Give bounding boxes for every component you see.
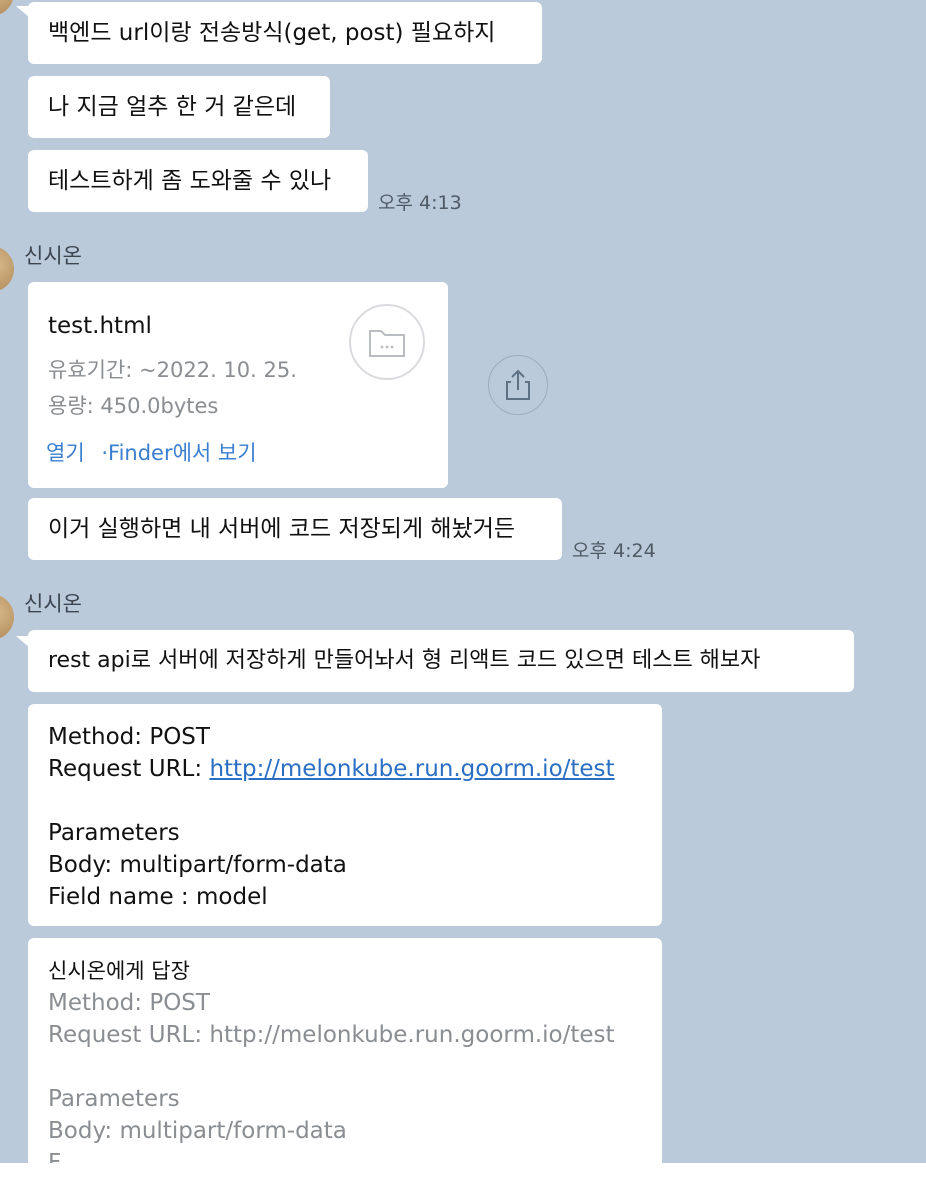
show-in-finder-link[interactable]: Finder에서 보기 — [108, 441, 257, 465]
sender-name: 신시온 — [24, 592, 82, 616]
message-time: 오후 4:24 — [572, 540, 656, 562]
message-text: rest api로 서버에 저장하게 만들어놔서 형 리액트 코드 있으면 테스… — [48, 648, 761, 673]
api-url-link[interactable]: http://melonkube.run.goorm.io/test — [209, 756, 614, 782]
api-url-line: Request URL: http://melonkube.run.goorm.… — [48, 753, 642, 785]
file-card[interactable]: test.html 유효기간: ~2022. 10. 25. 용량: 450.0… — [28, 282, 448, 488]
file-size: 용량: 450.0bytes — [48, 394, 219, 418]
message-time: 오후 4:13 — [378, 192, 462, 214]
api-method: Method: POST — [48, 724, 210, 750]
reply-bubble[interactable]: 신시온에게 답장 Method: POST Request URL: http:… — [28, 938, 662, 1178]
message-bubble[interactable]: 테스트하게 좀 도와줄 수 있나 — [28, 150, 368, 212]
share-icon — [506, 369, 530, 400]
message-text: 백엔드 url이랑 전송방식(get, post) 필요하지 — [48, 20, 496, 46]
message-text: 이거 실행하면 내 서버에 코드 저장되게 해놨거든 — [48, 516, 516, 542]
message-bubble[interactable]: 백엔드 url이랑 전송방식(get, post) 필요하지 — [28, 2, 542, 64]
file-name: test.html — [48, 313, 152, 339]
action-separator: · — [101, 441, 109, 465]
message-text: 나 지금 얼추 한 거 같은데 — [48, 94, 297, 120]
reply-params: Parameters — [48, 1086, 180, 1112]
avatar[interactable] — [0, 0, 14, 16]
file-expiry: 유효기간: ~2022. 10. 25. — [48, 358, 297, 382]
reply-url: Request URL: http://melonkube.run.goorm.… — [48, 1022, 615, 1048]
api-params: Parameters — [48, 820, 180, 846]
share-button[interactable] — [488, 355, 548, 415]
sender-name: 신시온 — [24, 244, 82, 268]
avatar[interactable] — [0, 594, 14, 640]
reply-header: 신시온에게 답장 — [48, 959, 190, 983]
reply-method: Method: POST — [48, 990, 210, 1016]
file-actions: 열기 ·Finder에서 보기 — [46, 437, 257, 469]
api-url-label: Request URL: — [48, 756, 210, 782]
folder-button[interactable] — [349, 304, 425, 380]
message-text: 테스트하게 좀 도와줄 수 있나 — [48, 168, 332, 194]
open-file-link[interactable]: 열기 — [46, 441, 85, 465]
api-info-bubble[interactable]: Method: POST Request URL: http://melonku… — [28, 704, 662, 926]
reply-body: Body: multipart/form-data — [48, 1118, 347, 1144]
api-field: Field name : model — [48, 884, 268, 910]
api-body: Body: multipart/form-data — [48, 852, 347, 878]
input-area-edge — [0, 1163, 926, 1178]
avatar[interactable] — [0, 246, 14, 292]
folder-icon — [369, 330, 405, 357]
message-bubble[interactable]: 이거 실행하면 내 서버에 코드 저장되게 해놨거든 — [28, 498, 562, 560]
message-bubble[interactable]: 나 지금 얼추 한 거 같은데 — [28, 76, 330, 138]
message-bubble[interactable]: rest api로 서버에 저장하게 만들어놔서 형 리액트 코드 있으면 테스… — [28, 630, 854, 692]
